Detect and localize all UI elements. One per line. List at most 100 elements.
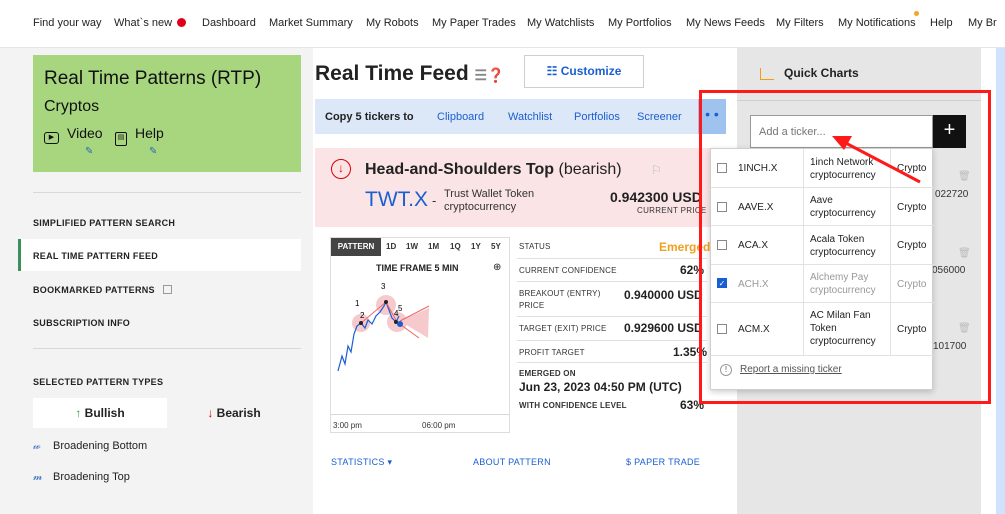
nav-my-paper-trades[interactable]: My Paper Trades <box>432 17 516 29</box>
nav-market-summary[interactable]: Market Summary <box>269 17 353 29</box>
menu-realtime-feed[interactable]: REAL TIME PATTERN FEED <box>33 251 158 261</box>
ticker-name: Trust Wallet Token cryptocurrency <box>444 188 534 214</box>
breakout-label: BREAKOUT (ENTRY) <box>519 289 601 298</box>
nav-my-news-feeds[interactable]: My News Feeds <box>686 17 765 29</box>
pattern-direction: (bearish) <box>558 161 622 178</box>
tab-bullish[interactable]: ↑ Bullish <box>33 398 167 428</box>
tf-1m[interactable]: 1M <box>428 242 439 251</box>
status-label: STATUS <box>519 242 551 251</box>
pattern-type-label: Broadening Bottom <box>53 440 148 452</box>
pattern-name: Head-and-Shoulders Top <box>365 161 555 178</box>
point-label: 5 <box>398 304 403 313</box>
nav-my-portfolios[interactable]: My Portfolios <box>608 17 672 29</box>
sidebar-divider <box>33 192 301 193</box>
pattern-direction-tabs: ↑ Bullish ↓ Bearish <box>33 398 301 428</box>
quick-charts-title: Quick Charts <box>784 66 859 80</box>
help-label: Help <box>135 125 164 141</box>
paper-trade-link[interactable]: $ PAPER TRADE <box>626 457 700 467</box>
target-projection <box>400 308 429 338</box>
stat-divider <box>517 258 707 259</box>
confidence-level-label: WITH CONFIDENCE LEVEL <box>519 401 627 410</box>
price-chart-svg: 1 2 3 4 5 <box>337 282 430 372</box>
edit-pencil-icon[interactable]: ✎ <box>149 146 157 157</box>
menu-subscription-info[interactable]: SUBSCRIPTION INFO <box>33 318 130 328</box>
scrollbar[interactable] <box>996 48 1005 514</box>
nav-help[interactable]: Help <box>930 17 953 29</box>
copy-label: Copy 5 tickers to <box>325 111 414 123</box>
ticker-asset-type: cryptocurrency <box>444 201 517 213</box>
nav-my-filters[interactable]: My Filters <box>776 17 824 29</box>
ticker-symbol[interactable]: TWT.X <box>365 188 428 212</box>
point-label: 2 <box>360 311 365 320</box>
nav-my-watchlists[interactable]: My Watchlists <box>527 17 594 29</box>
new-indicator-icon <box>177 18 187 27</box>
profit-target-label: PROFIT TARGET <box>519 348 585 357</box>
x-axis-time: 3:00 pm <box>333 421 362 430</box>
video-label: Video <box>67 125 103 141</box>
breakout-point <box>397 321 403 327</box>
chart-axis-line <box>331 414 509 415</box>
chevron-down-icon: ▾ <box>387 457 393 467</box>
nav-dashboard[interactable]: Dashboard <box>202 17 256 29</box>
current-confidence-label: CURRENT CONFIDENCE <box>519 266 617 275</box>
current-price: 0.942300 USD <box>610 189 702 205</box>
tf-1y[interactable]: 1Y <box>471 242 481 251</box>
pattern-title: Head-and-Shoulders Top (bearish) <box>365 161 622 179</box>
tf-5y[interactable]: 5Y <box>491 242 501 251</box>
nav-my-notifications[interactable]: My Notifications <box>838 17 916 29</box>
tf-1d[interactable]: 1D <box>386 242 396 251</box>
help-doc-icon: ▤ <box>115 132 127 146</box>
statistics-link[interactable]: STATISTICS ▾ <box>331 457 392 468</box>
dollar-icon: $ <box>626 457 632 467</box>
copy-to-watchlist[interactable]: Watchlist <box>508 111 552 123</box>
menu-simplified-search[interactable]: SIMPLIFIED PATTERN SEARCH <box>33 218 175 228</box>
nav-whats-new[interactable]: What`s new <box>114 17 187 29</box>
sidebar-divider <box>33 348 301 349</box>
nav-find-your-way[interactable]: Find your way <box>33 17 101 29</box>
tf-1q[interactable]: 1Q <box>450 242 461 251</box>
pattern-type-item[interactable]: 𝓌 Broadening Bottom <box>33 440 147 453</box>
x-axis-time: 06:00 pm <box>422 421 456 430</box>
pattern-type-item[interactable]: 𝓂 Broadening Top <box>33 471 130 484</box>
stat-divider <box>517 281 707 282</box>
video-link[interactable]: ▶ Video <box>44 125 103 144</box>
annotation-arrow-icon <box>832 136 921 184</box>
tab-bearish-label: Bearish <box>216 406 261 420</box>
tab-bearish[interactable]: ↓ Bearish <box>167 398 301 428</box>
top-nav: Find your way What`s new Dashboard Marke… <box>0 0 1005 48</box>
emerged-on-label: EMERGED ON <box>519 369 576 378</box>
stat-divider <box>517 362 707 363</box>
edit-pencil-icon[interactable]: ✎ <box>85 146 93 157</box>
nav-my-br[interactable]: My Br <box>968 17 997 29</box>
copy-icon <box>162 285 172 294</box>
menu-bookmarked-patterns[interactable]: BOOKMARKED PATTERNS <box>33 285 172 295</box>
target-label: TARGET (EXIT) PRICE <box>519 324 607 333</box>
arrow-down-icon: ↓ <box>207 406 214 420</box>
emerged-on-value: Jun 23, 2023 04:50 PM (UTC) <box>519 380 682 394</box>
arrow-head <box>832 136 852 150</box>
help-link[interactable]: ▤ Help <box>115 125 164 146</box>
copy-tickers-bar: Copy 5 tickers to Clipboard Watchlist Po… <box>315 99 726 134</box>
tf-1w[interactable]: 1W <box>406 242 418 251</box>
rtp-title: Real Time Patterns (RTP) <box>44 68 262 89</box>
point-label: 1 <box>355 299 360 308</box>
pattern-point <box>359 321 363 325</box>
point-label: 3 <box>381 282 386 291</box>
arrow-shaft <box>839 138 921 184</box>
broadening-top-icon: 𝓂 <box>33 471 43 483</box>
zoom-icon[interactable]: ⊕ <box>493 262 501 273</box>
bookmark-icon[interactable]: ⚐ <box>651 163 662 177</box>
customize-label: Customize <box>560 64 622 78</box>
nav-my-robots[interactable]: My Robots <box>366 17 419 29</box>
ticker-separator: - <box>432 193 437 208</box>
arrow-up-icon: ↑ <box>75 406 82 420</box>
notification-dot-icon <box>914 11 919 16</box>
list-help-icon[interactable]: ☰❓ <box>475 67 505 83</box>
customize-button[interactable]: ☷ Customize <box>524 55 644 88</box>
copy-to-portfolios[interactable]: Portfolios <box>574 111 620 123</box>
copy-to-clipboard[interactable]: Clipboard <box>437 111 484 123</box>
chart-icon <box>760 68 774 80</box>
copy-to-screener[interactable]: Screener <box>637 111 682 123</box>
about-pattern-link[interactable]: ABOUT PATTERN <box>473 457 551 467</box>
statistics-label: STATISTICS <box>331 457 385 467</box>
